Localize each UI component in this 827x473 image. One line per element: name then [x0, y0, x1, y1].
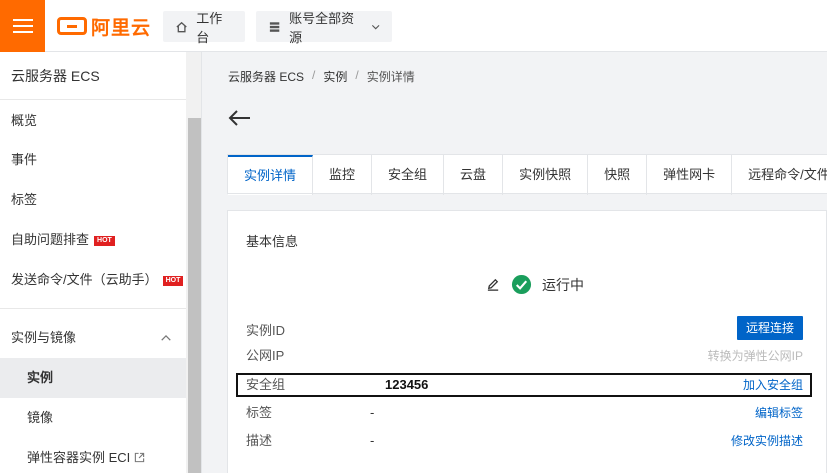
instance-status: 运行中	[486, 274, 584, 295]
sidebar-item-label: 实例	[27, 370, 54, 385]
security-group-label: 安全组	[246, 377, 286, 392]
sidebar-item-label: 发送命令/文件（云助手）	[11, 272, 158, 287]
sidebar-item-label: 镜像	[27, 410, 54, 425]
description-label: 描述	[246, 433, 273, 448]
edit-description-link[interactable]: 修改实例描述	[731, 430, 803, 452]
remote-connect-button[interactable]: 远程连接	[736, 316, 803, 340]
logo-text: 阿里云	[91, 17, 152, 39]
sidebar: 云服务器 ECS 概览 事件 标签 自助问题排查 HOT 发送命令/文件（云助手）…	[0, 52, 202, 473]
sidebar-scrollbar-thumb[interactable]	[188, 118, 201, 473]
row-security-group: 安全组 123456 加入安全组	[246, 374, 803, 396]
home-icon	[176, 21, 187, 32]
tags-value: -	[370, 405, 375, 420]
chevron-down-icon	[371, 24, 380, 29]
sidebar-item-tags[interactable]: 标签	[0, 180, 186, 220]
breadcrumb-ecs[interactable]: 云服务器 ECS	[228, 68, 304, 85]
breadcrumb: 云服务器 ECS / 实例 / 实例详情	[228, 68, 415, 85]
edit-tags-link[interactable]: 编辑标签	[755, 402, 803, 424]
tab-monitoring[interactable]: 监控	[313, 155, 373, 195]
status-text: 运行中	[542, 276, 584, 293]
main-content: 云服务器 ECS / 实例 / 实例详情 实例详情 监控 安全组 云盘 实例快照…	[202, 52, 827, 473]
convert-eip-link[interactable]: 转换为弹性公网IP	[708, 345, 803, 367]
sidebar-item-label: 标签	[11, 192, 38, 207]
basic-info-panel: 基本信息 运行中 实例ID 远程连接 公网IP 转换为弹性公网IP 安全组 12…	[227, 210, 827, 473]
sidebar-item-label: 事件	[11, 152, 38, 167]
tab-eni[interactable]: 弹性网卡	[647, 155, 733, 195]
tab-security-group[interactable]: 安全组	[372, 155, 445, 195]
detail-tabs: 实例详情 监控 安全组 云盘 实例快照 快照 弹性网卡 远程命令/文件	[227, 154, 827, 195]
hot-badge: HOT	[94, 235, 115, 246]
sidebar-divider	[0, 308, 186, 309]
sidebar-item-label: 弹性容器实例 ECI	[27, 450, 131, 465]
tags-label: 标签	[246, 405, 273, 420]
sidebar-group-instances-images[interactable]: 实例与镜像	[0, 318, 186, 358]
public-ip-label: 公网IP	[246, 348, 285, 363]
description-value: -	[370, 433, 375, 448]
sidebar-item-events[interactable]: 事件	[0, 140, 186, 180]
tab-disks[interactable]: 云盘	[444, 155, 504, 195]
sidebar-group-label: 实例与镜像	[11, 330, 77, 345]
tab-snapshots[interactable]: 快照	[588, 155, 648, 195]
running-check-icon	[511, 274, 532, 295]
hamburger-menu-icon[interactable]	[0, 0, 45, 52]
sidebar-item-send-command[interactable]: 发送命令/文件（云助手） HOT	[0, 260, 186, 300]
panel-title: 基本信息	[246, 234, 299, 249]
sidebar-item-label: 概览	[11, 113, 38, 128]
breadcrumb-instance-detail: 实例详情	[366, 70, 415, 84]
back-arrow-icon[interactable]	[226, 104, 254, 132]
external-link-icon	[135, 452, 145, 463]
tab-instance-detail[interactable]: 实例详情	[228, 155, 314, 195]
hot-badge: HOT	[162, 275, 184, 286]
aliyun-logo[interactable]: 阿里云	[57, 14, 152, 39]
sidebar-item-instances[interactable]: 实例	[0, 358, 186, 398]
workbench-label: 工作台	[196, 10, 223, 45]
sidebar-item-overview[interactable]: 概览	[0, 101, 186, 141]
instance-id-label: 实例ID	[246, 323, 286, 338]
security-group-value: 123456	[385, 377, 429, 392]
chevron-up-icon	[161, 334, 171, 341]
top-bar: 阿里云 工作台 账号全部资源	[0, 0, 827, 52]
sidebar-item-label: 自助问题排查	[11, 232, 90, 247]
breadcrumb-instances[interactable]: 实例	[323, 68, 347, 85]
row-description: 描述 - 修改实例描述	[246, 430, 803, 452]
tab-instance-snapshots[interactable]: 实例快照	[503, 155, 589, 195]
row-tags: 标签 - 编辑标签	[246, 402, 803, 424]
row-public-ip: 公网IP 转换为弹性公网IP	[246, 345, 803, 367]
row-instance-id: 实例ID 远程连接	[246, 316, 803, 342]
workbench-button[interactable]: 工作台	[163, 11, 245, 45]
aliyun-logo-mark-icon	[57, 17, 87, 35]
tab-remote-command[interactable]: 远程命令/文件	[732, 155, 827, 195]
join-security-group-link[interactable]: 加入安全组	[743, 374, 803, 396]
sidebar-item-self-diagnosis[interactable]: 自助问题排查 HOT	[0, 220, 186, 260]
sidebar-title: 云服务器 ECS	[0, 52, 201, 100]
edit-pencil-icon[interactable]	[486, 277, 501, 292]
sidebar-item-eci[interactable]: 弹性容器实例 ECI	[0, 438, 186, 473]
tabs-divider	[227, 193, 827, 194]
account-resources-dropdown[interactable]: 账号全部资源	[256, 11, 392, 45]
sidebar-item-images[interactable]: 镜像	[0, 398, 186, 438]
resources-label: 账号全部资源	[289, 10, 355, 45]
stack-icon	[269, 21, 280, 32]
